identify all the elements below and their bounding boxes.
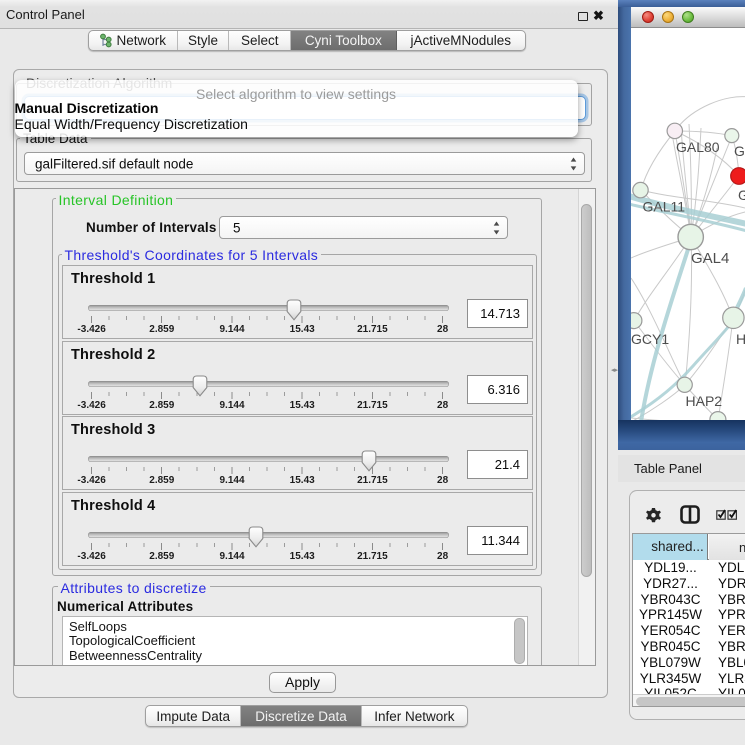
svg-text:G: G xyxy=(738,187,745,203)
svg-text:GA: GA xyxy=(734,143,745,159)
svg-text:GAL4: GAL4 xyxy=(691,250,729,267)
svg-text:HAP2: HAP2 xyxy=(686,393,723,409)
svg-text:GAL80: GAL80 xyxy=(676,139,720,155)
svg-text:H: H xyxy=(736,331,745,347)
svg-text:GAL11: GAL11 xyxy=(643,199,686,215)
svg-text:GCY1: GCY1 xyxy=(631,331,669,347)
